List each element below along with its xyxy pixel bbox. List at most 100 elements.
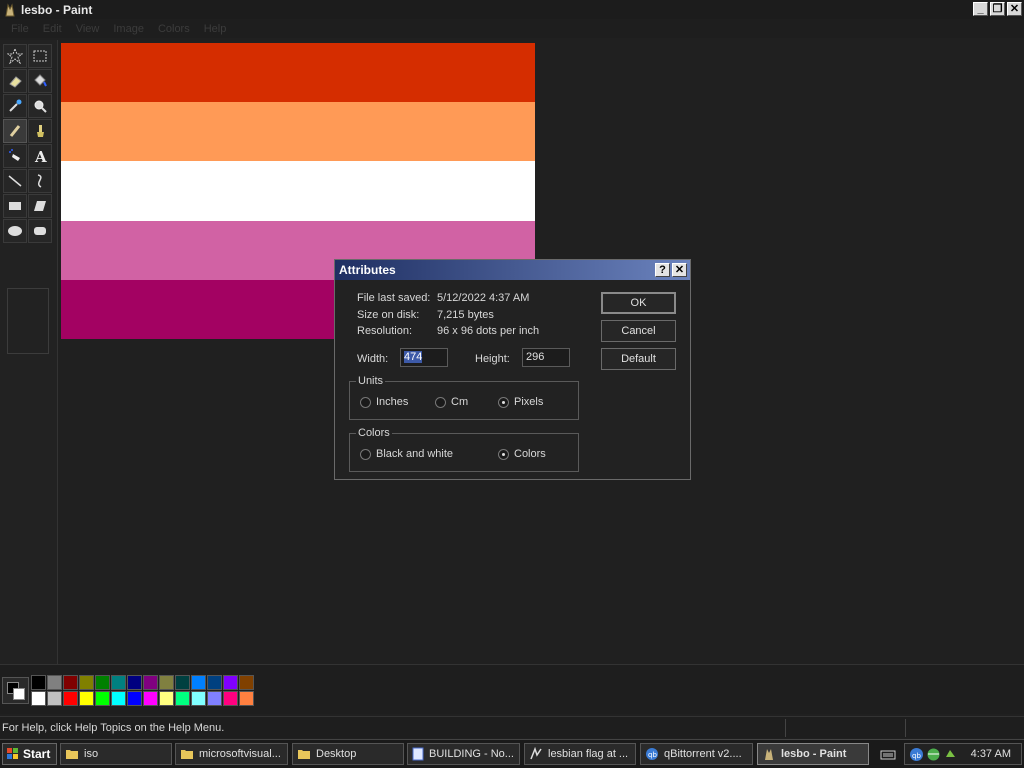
color-swatch[interactable] <box>207 675 222 690</box>
dialog-title-bar: Attributes ? ✕ <box>335 260 690 280</box>
color-swatch[interactable] <box>111 691 126 706</box>
color-swatch[interactable] <box>239 675 254 690</box>
rounded-rectangle-icon <box>34 227 46 235</box>
status-separator <box>785 719 786 737</box>
tool-fill[interactable] <box>28 69 52 93</box>
ok-button[interactable]: OK <box>601 292 676 314</box>
width-input[interactable]: 474 <box>400 348 448 367</box>
color-swatch[interactable] <box>47 675 62 690</box>
minimize-button[interactable]: _ <box>973 2 988 16</box>
color-swatch[interactable] <box>223 675 238 690</box>
tool-curve[interactable] <box>28 169 52 193</box>
close-button[interactable]: ✕ <box>1007 2 1022 16</box>
dialog-help-button[interactable]: ? <box>655 263 670 277</box>
radio-black-and-white[interactable]: Black and white <box>360 448 453 460</box>
tool-ellipse[interactable] <box>3 219 27 243</box>
tool-rectangle[interactable] <box>3 194 27 218</box>
info-file-last-saved: File last saved: 5/12/2022 4:37 AM <box>357 292 530 304</box>
tool-rounded-rect[interactable] <box>28 219 52 243</box>
radio-colors[interactable]: Colors <box>498 448 546 460</box>
current-colors[interactable] <box>2 677 29 704</box>
tool-eraser[interactable] <box>3 69 27 93</box>
network-icon[interactable] <box>926 747 941 762</box>
taskbar-item-desktop[interactable]: Desktop <box>292 743 404 765</box>
tool-airbrush[interactable] <box>3 144 27 168</box>
cancel-button[interactable]: Cancel <box>601 320 676 342</box>
status-separator <box>905 719 906 737</box>
sync-icon[interactable] <box>943 747 958 762</box>
color-swatch[interactable] <box>239 691 254 706</box>
folder-icon <box>66 750 78 759</box>
tool-free-select[interactable] <box>3 44 27 68</box>
tool-brush[interactable] <box>28 119 52 143</box>
menu-help[interactable]: Help <box>197 23 234 35</box>
color-swatch[interactable] <box>79 691 94 706</box>
color-swatch[interactable] <box>191 675 206 690</box>
menu-colors[interactable]: Colors <box>151 23 197 35</box>
color-swatch[interactable] <box>175 691 190 706</box>
qbittorrent-tray-icon[interactable]: qb <box>909 747 924 762</box>
colors-group-label: Colors <box>356 427 392 439</box>
taskbar-item-iso[interactable]: iso <box>60 743 172 765</box>
menu-edit[interactable]: Edit <box>36 23 69 35</box>
keyboard-icon[interactable] <box>880 749 896 761</box>
color-swatch[interactable] <box>31 675 46 690</box>
tool-magnifier[interactable] <box>28 94 52 118</box>
color-swatch[interactable] <box>191 691 206 706</box>
taskbar-item-lesbian-flag-browser[interactable]: lesbian flag at ... <box>524 743 636 765</box>
color-swatch[interactable] <box>223 691 238 706</box>
taskbar-item-building-notepad[interactable]: BUILDING - No... <box>407 743 520 765</box>
color-swatch[interactable] <box>63 691 78 706</box>
color-swatch[interactable] <box>143 691 158 706</box>
color-swatch[interactable] <box>95 675 110 690</box>
color-swatch[interactable] <box>31 691 46 706</box>
tool-line[interactable] <box>3 169 27 193</box>
star-select-icon <box>7 48 23 64</box>
tool-rect-select[interactable] <box>28 44 52 68</box>
color-swatch[interactable] <box>111 675 126 690</box>
color-swatch[interactable] <box>159 675 174 690</box>
rect-select-icon <box>33 50 47 62</box>
height-input[interactable]: 296 <box>522 348 570 367</box>
tool-options-panel[interactable] <box>7 288 49 354</box>
color-swatch[interactable] <box>143 675 158 690</box>
color-swatch[interactable] <box>175 675 190 690</box>
taskbar-item-microsoftvisual[interactable]: microsoftvisual... <box>175 743 288 765</box>
color-swatch[interactable] <box>207 691 222 706</box>
line-icon <box>8 175 22 187</box>
menu-view[interactable]: View <box>69 23 107 35</box>
color-swatch[interactable] <box>127 691 142 706</box>
taskbar: Start iso microsoftvisual... Desktop BUI… <box>0 739 1024 768</box>
tool-pencil[interactable] <box>3 119 27 143</box>
qbittorrent-icon: qb <box>646 748 658 760</box>
system-tray: qb 4:37 AM <box>904 743 1022 765</box>
color-swatch[interactable] <box>95 691 110 706</box>
dialog-close-button[interactable]: ✕ <box>672 263 687 277</box>
tool-pick-color[interactable] <box>3 94 27 118</box>
menu-image[interactable]: Image <box>106 23 151 35</box>
paint-icon <box>765 749 773 760</box>
radio-inches[interactable]: Inches <box>360 396 408 408</box>
window-title: lesbo - Paint <box>21 2 93 17</box>
title-bar: lesbo - Paint _ ❐ ✕ <box>0 0 1024 19</box>
info-size-on-disk: Size on disk: 7,215 bytes <box>357 309 494 321</box>
radio-pixels[interactable]: Pixels <box>498 396 543 408</box>
windows-logo-icon <box>7 748 18 759</box>
color-swatch[interactable] <box>159 691 174 706</box>
restore-button[interactable]: ❐ <box>990 2 1005 16</box>
tool-text[interactable]: A <box>28 144 52 168</box>
default-button[interactable]: Default <box>601 348 676 370</box>
tool-polygon[interactable] <box>28 194 52 218</box>
color-swatch[interactable] <box>79 675 94 690</box>
color-swatch[interactable] <box>63 675 78 690</box>
radio-button <box>360 448 371 460</box>
color-swatch[interactable] <box>47 691 62 706</box>
start-button[interactable]: Start <box>2 743 57 765</box>
radio-cm[interactable]: Cm <box>435 396 468 408</box>
taskbar-item-qbittorrent[interactable]: qb qBittorrent v2.... <box>640 743 753 765</box>
folder-icon <box>181 750 193 759</box>
background-color <box>13 688 25 700</box>
taskbar-item-lesbo-paint[interactable]: lesbo - Paint <box>757 743 869 765</box>
menu-file[interactable]: File <box>4 23 36 35</box>
color-swatch[interactable] <box>127 675 142 690</box>
